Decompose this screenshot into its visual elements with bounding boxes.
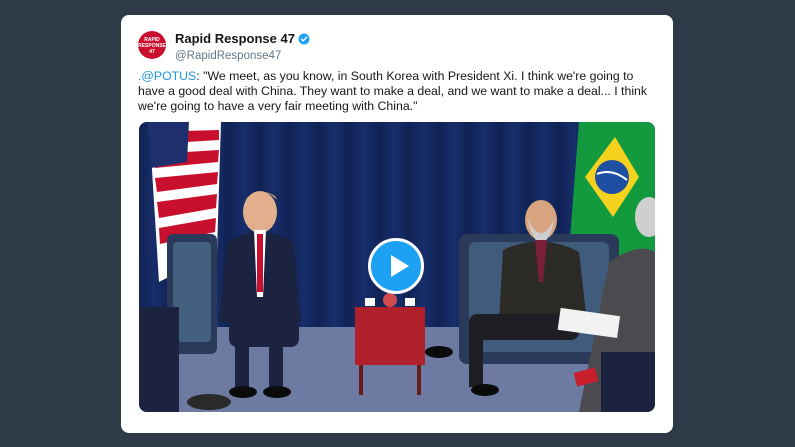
verified-badge-icon <box>298 33 310 45</box>
mention-link[interactable]: .@POTUS <box>138 69 196 83</box>
play-button[interactable] <box>368 238 424 294</box>
avatar-logo: RAPID RESPONSE 47 <box>138 37 166 55</box>
tweet-header: RAPID RESPONSE 47 Rapid Response 47 @Rap… <box>138 30 658 62</box>
avatar[interactable]: RAPID RESPONSE 47 <box>138 31 166 59</box>
author-info: Rapid Response 47 @RapidResponse47 <box>175 30 310 62</box>
display-name[interactable]: Rapid Response 47 <box>175 31 295 46</box>
tweet-body: : "We meet, as you know, in South Korea … <box>138 69 648 113</box>
play-icon <box>391 255 409 277</box>
tweet-card: RAPID RESPONSE 47 Rapid Response 47 @Rap… <box>121 15 673 433</box>
handle[interactable]: @RapidResponse47 <box>175 50 310 62</box>
video-media[interactable] <box>139 122 655 412</box>
tweet-text: .@POTUS: "We meet, as you know, in South… <box>138 69 658 114</box>
